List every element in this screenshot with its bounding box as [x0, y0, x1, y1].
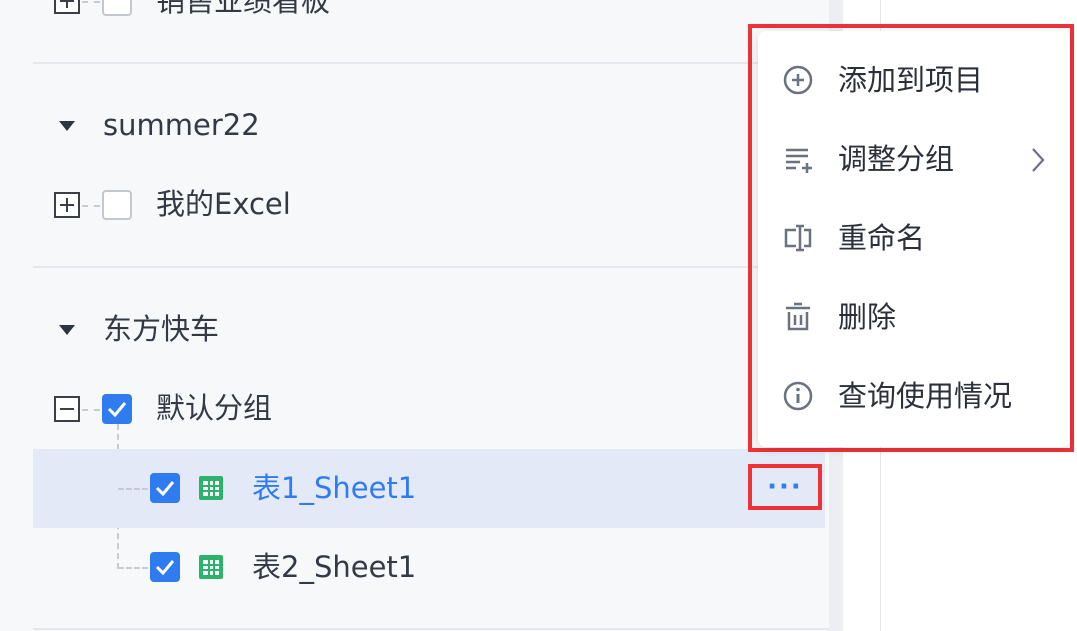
collapse-caret-icon[interactable] — [59, 121, 75, 131]
tree-item-label[interactable]: 我的Excel — [156, 190, 291, 219]
data-tree-panel: 销售业绩看板 summer22 我的Excel 东方快车 默认分组 表1_She… — [0, 0, 829, 631]
plus-circle-icon — [783, 65, 813, 95]
menu-item-label: 添加到项目 — [838, 63, 984, 97]
collapse-icon[interactable] — [54, 396, 80, 422]
menu-item-label: 调整分组 — [838, 142, 955, 176]
menu-item-regroup[interactable]: 调整分组 — [758, 129, 1070, 189]
menu-item-label: 删除 — [838, 300, 897, 334]
collapse-caret-icon[interactable] — [59, 325, 75, 335]
context-menu: 添加到项目 调整分组 重命名 删除 查询使用情况 — [758, 31, 1070, 447]
checkbox[interactable] — [102, 190, 132, 220]
tree-item-label[interactable]: 销售业绩看板 — [156, 0, 330, 16]
group-label[interactable]: summer22 — [103, 111, 260, 140]
checkbox-checked[interactable] — [150, 473, 180, 503]
menu-item-label: 重命名 — [838, 221, 926, 255]
sheet-table-icon — [199, 555, 223, 579]
menu-item-query-usage[interactable]: 查询使用情况 — [758, 366, 1070, 426]
chevron-right-icon — [1032, 148, 1045, 172]
regroup-icon — [786, 148, 812, 173]
rename-icon — [784, 224, 812, 252]
sheet-table-icon — [199, 476, 223, 500]
checkbox-checked[interactable] — [102, 394, 132, 424]
menu-item-rename[interactable]: 重命名 — [758, 208, 1070, 268]
highlight-box-more — [748, 464, 822, 510]
menu-item-label: 查询使用情况 — [838, 379, 1013, 413]
checkbox-checked[interactable] — [150, 552, 180, 582]
expand-icon[interactable] — [54, 0, 80, 14]
menu-item-add-to-project[interactable]: 添加到项目 — [758, 50, 1070, 110]
menu-item-delete[interactable]: 删除 — [758, 287, 1070, 347]
info-icon — [783, 381, 813, 411]
sheet-label[interactable]: 表2_Sheet1 — [252, 553, 416, 582]
trash-icon — [786, 302, 810, 331]
sheet-label[interactable]: 表1_Sheet1 — [252, 474, 416, 503]
expand-icon[interactable] — [54, 192, 80, 218]
checkbox[interactable] — [102, 0, 132, 16]
subgroup-label[interactable]: 默认分组 — [156, 394, 272, 423]
group-label[interactable]: 东方快车 — [103, 315, 219, 344]
